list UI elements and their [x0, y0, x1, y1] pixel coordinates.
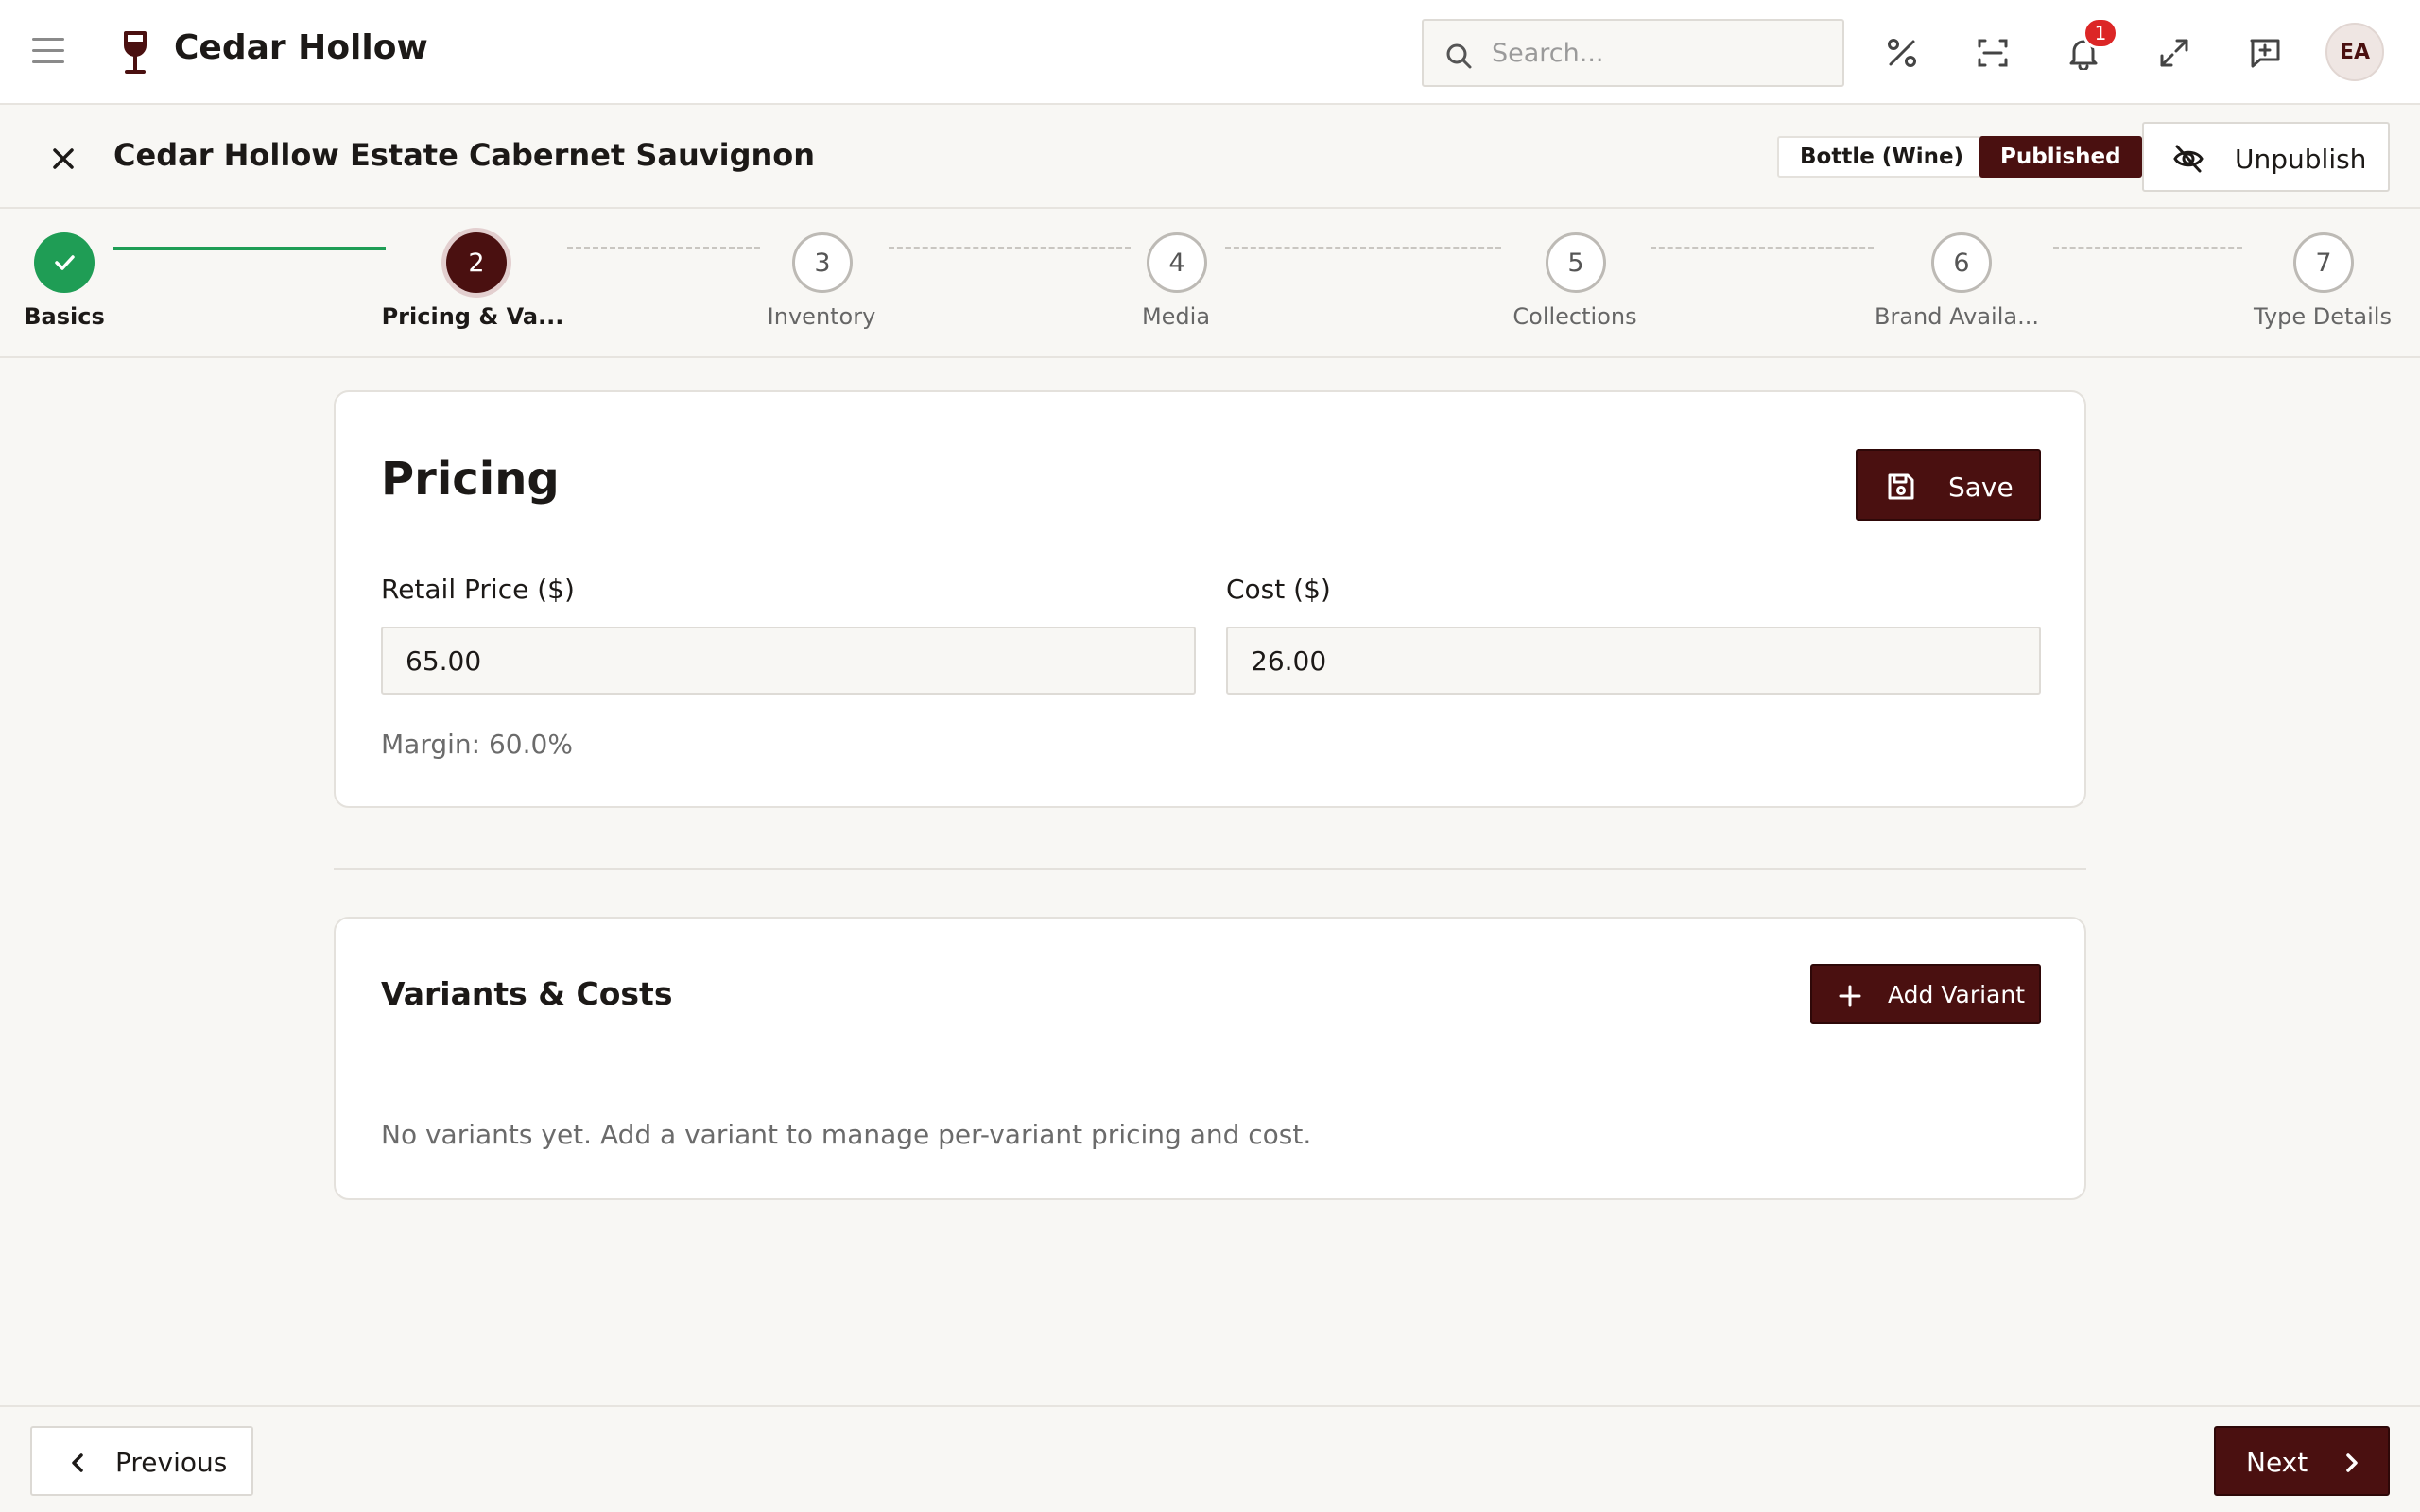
step-connector [113, 247, 386, 250]
product-title-bar: Cedar Hollow Estate Cabernet Sauvignon B… [0, 105, 2420, 209]
expand-icon[interactable] [2153, 32, 2195, 74]
cost-input[interactable] [1226, 627, 2041, 695]
product-title: Cedar Hollow Estate Cabernet Sauvignon [113, 137, 816, 173]
step-7-label[interactable]: Type Details [2254, 303, 2392, 330]
cost-label: Cost ($) [1226, 574, 1331, 605]
step-connector [1225, 247, 1501, 249]
step-progress: Basics 2 Pricing & Va... 3 Inventory 4 M… [0, 209, 2420, 358]
avatar[interactable]: EA [2325, 23, 2384, 81]
search-box[interactable] [1422, 19, 1844, 87]
step-5-label[interactable]: Collections [1512, 303, 1636, 330]
app-name: Cedar Hollow [174, 28, 428, 67]
step-2-circle[interactable]: 2 [446, 232, 507, 293]
step-2-label[interactable]: Pricing & Va... [382, 303, 564, 330]
add-variant-button[interactable]: Add Variant [1810, 964, 2041, 1024]
step-4-label[interactable]: Media [1142, 303, 1210, 330]
retail-price-label: Retail Price ($) [381, 574, 575, 605]
section-divider [334, 868, 2086, 870]
status-badge: Published [1979, 136, 2142, 178]
step-connector [567, 247, 760, 249]
save-label: Save [1948, 472, 2014, 503]
variants-title: Variants & Costs [381, 975, 673, 1012]
search-input[interactable] [1492, 34, 1832, 72]
scan-icon[interactable] [1972, 32, 2014, 74]
feedback-icon[interactable] [2244, 32, 2286, 74]
floppy-disk-icon [1888, 473, 1914, 500]
chevron-right-icon [2346, 1453, 2358, 1472]
pricing-card: Pricing Save Retail Price ($) Cost ($) M… [334, 390, 2086, 808]
next-label: Next [2246, 1447, 2308, 1478]
step-4-circle[interactable]: 4 [1147, 232, 1207, 293]
step-3-circle[interactable]: 3 [792, 232, 853, 293]
previous-button[interactable]: Previous [30, 1426, 253, 1496]
top-bar: Cedar Hollow 1 [0, 0, 2420, 105]
step-5-circle[interactable]: 5 [1546, 232, 1606, 293]
wine-glass-icon [124, 31, 147, 74]
previous-label: Previous [115, 1447, 228, 1478]
product-type-badge: Bottle (Wine) [1777, 136, 1987, 178]
check-icon [55, 255, 75, 270]
notification-badge: 1 [2083, 17, 2118, 49]
pricing-title: Pricing [381, 453, 560, 506]
menu-icon[interactable] [32, 38, 64, 66]
unpublish-label: Unpublish [2235, 144, 2367, 175]
plus-icon [1839, 985, 1861, 1007]
step-3-label[interactable]: Inventory [768, 303, 876, 330]
step-7-circle[interactable]: 7 [2293, 232, 2354, 293]
step-connector [889, 247, 1131, 249]
step-connector [1651, 247, 1874, 249]
eye-off-icon [2173, 145, 2204, 173]
next-button[interactable]: Next [2214, 1426, 2390, 1496]
step-6-label[interactable]: Brand Availa... [1875, 303, 2039, 330]
margin-text: Margin: 60.0% [381, 729, 573, 760]
step-1-label[interactable]: Basics [24, 303, 105, 330]
step-connector [2053, 247, 2242, 249]
wizard-footer: Previous Next [0, 1405, 2420, 1512]
variants-empty-text: No variants yet. Add a variant to manage… [381, 1119, 1312, 1150]
search-icon [1446, 43, 1472, 69]
step-1-circle[interactable] [34, 232, 95, 293]
retail-price-input[interactable] [381, 627, 1196, 695]
add-variant-label: Add Variant [1888, 981, 2026, 1008]
variants-card: Variants & Costs Add Variant No variants… [334, 917, 2086, 1200]
save-button[interactable]: Save [1856, 449, 2041, 521]
step-6-circle[interactable]: 6 [1931, 232, 1992, 293]
unpublish-button[interactable]: Unpublish [2142, 122, 2390, 192]
chevron-left-icon [72, 1453, 83, 1472]
discount-icon[interactable] [1881, 32, 1923, 74]
close-icon[interactable] [47, 143, 79, 175]
